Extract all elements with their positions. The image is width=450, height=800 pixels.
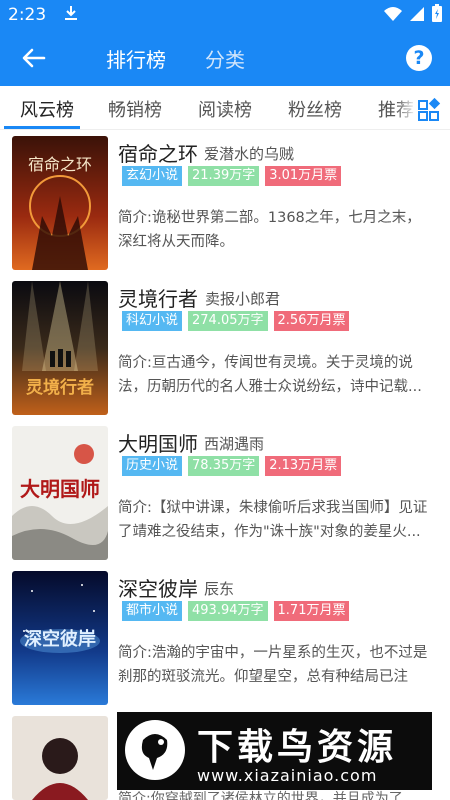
- book-author: 西湖遇雨: [204, 435, 265, 453]
- book-title[interactable]: 宿命之环: [118, 138, 198, 167]
- signal-icon: [410, 6, 424, 25]
- book-author: 爱潜水的乌贼: [204, 145, 295, 163]
- subtab-yuedu[interactable]: 阅读榜: [198, 96, 252, 122]
- status-time: 2:23: [8, 5, 47, 25]
- cover-title: 宿命之环: [28, 155, 92, 174]
- book-title[interactable]: 灵境行者: [118, 283, 198, 312]
- book-tags: 玄幻小说 21.39万字 3.01万月票: [122, 166, 342, 186]
- cover-title: 大明国师: [20, 477, 100, 501]
- back-arrow-icon[interactable]: [20, 44, 48, 72]
- cover-title: 深空彼岸: [24, 628, 96, 650]
- book-description: 简介:【狱中讲课，朱棣偷听后求我当国师】见证了靖难之役结束，作为"诛十族"对象的…: [118, 500, 428, 540]
- tab-ranking[interactable]: 排行榜: [106, 44, 166, 73]
- cover-title: 灵境行者: [26, 377, 94, 398]
- word-count-tag: 78.35万字: [188, 456, 260, 476]
- book-description: 简介:亘古通今，传闻世有灵境。关于灵境的说法，历朝历代的名人雅士众说纷纭，诗中记…: [118, 355, 422, 395]
- genre-tag: 历史小说: [122, 456, 183, 476]
- word-count-tag: 274.05万字: [188, 311, 268, 331]
- app-bar: 排行榜 分类 ?: [0, 30, 450, 86]
- book-title[interactable]: 大明国师: [118, 428, 198, 457]
- subtab-changxiao[interactable]: 畅销榜: [108, 96, 162, 122]
- word-count-tag: 21.39万字: [188, 166, 260, 186]
- genre-tag: 科幻小说: [122, 311, 183, 331]
- tab-fade: [396, 86, 416, 128]
- book-title[interactable]: 深空彼岸: [118, 573, 198, 602]
- genre-tag: 都市小说: [122, 601, 183, 621]
- battery-icon: [432, 4, 442, 26]
- book-cover[interactable]: [12, 716, 108, 800]
- tab-category[interactable]: 分类: [205, 44, 245, 73]
- book-tags: 历史小说 78.35万字 2.13万月票: [122, 456, 342, 476]
- help-icon[interactable]: ?: [406, 45, 432, 71]
- status-bar: 2:23: [0, 0, 450, 30]
- watermark-text: 下载鸟资源: [197, 727, 398, 768]
- book-cover[interactable]: 灵境行者: [12, 281, 108, 415]
- word-count-tag: 493.94万字: [188, 601, 268, 621]
- book-tags: 科幻小说 274.05万字 2.56万月票: [122, 311, 350, 331]
- app-root: 2:23 排行榜 分类 ? 风云榜 畅销榜 阅读榜 粉丝榜 推荐: [0, 0, 450, 800]
- active-tab-indicator: [4, 126, 80, 129]
- watermark-url: www.xiazainiao.com: [197, 766, 378, 785]
- monthly-tickets-tag: 1.71万月票: [273, 601, 350, 621]
- watermark-banner: 下载鸟资源 www.xiazainiao.com: [117, 712, 432, 790]
- ranking-sub-tabs: 风云榜 畅销榜 阅读榜 粉丝榜 推荐: [0, 86, 450, 130]
- monthly-tickets-tag: 3.01万月票: [265, 166, 342, 186]
- monthly-tickets-tag: 2.56万月票: [273, 311, 350, 331]
- book-cover[interactable]: 大明国师: [12, 426, 108, 560]
- subtab-fengyun[interactable]: 风云榜: [20, 96, 74, 122]
- book-tags: 都市小说 493.94万字 1.71万月票: [122, 601, 350, 621]
- book-list-item[interactable]: 深空彼岸 深空彼岸 辰东 都市小说 493.94万字 1.71万月票 简介:浩瀚…: [0, 571, 450, 717]
- book-author: 卖报小郎君: [205, 290, 281, 308]
- grid-menu-icon[interactable]: [416, 97, 444, 123]
- download-icon: [64, 5, 78, 26]
- wifi-icon: [384, 6, 402, 25]
- bird-logo-icon: [125, 720, 185, 780]
- subtab-fensi[interactable]: 粉丝榜: [288, 96, 342, 122]
- book-list-item[interactable]: 灵境行者 灵境行者 卖报小郎君 科幻小说 274.05万字 2.56万月票 简介…: [0, 281, 450, 427]
- book-description: 简介:诡秘世界第二部。1368之年，七月之末，深红将从天而降。: [118, 210, 421, 250]
- book-list-item[interactable]: 宿命之环 宿命之环 爱潜水的乌贼 玄幻小说 21.39万字 3.01万月票 简介…: [0, 136, 450, 282]
- monthly-tickets-tag: 2.13万月票: [265, 456, 342, 476]
- genre-tag: 玄幻小说: [122, 166, 183, 186]
- book-description: 简介:浩瀚的宇宙中，一片星系的生灭，也不过是刹那的斑驳流光。仰望星空，总有种结局…: [118, 645, 428, 685]
- book-cover[interactable]: 宿命之环: [12, 136, 108, 270]
- book-cover[interactable]: 深空彼岸: [12, 571, 108, 705]
- book-list-item[interactable]: 大明国师 大明国师 西湖遇雨 历史小说 78.35万字 2.13万月票 简介:【…: [0, 426, 450, 572]
- status-icons: [384, 4, 442, 26]
- book-author: 辰东: [204, 580, 235, 598]
